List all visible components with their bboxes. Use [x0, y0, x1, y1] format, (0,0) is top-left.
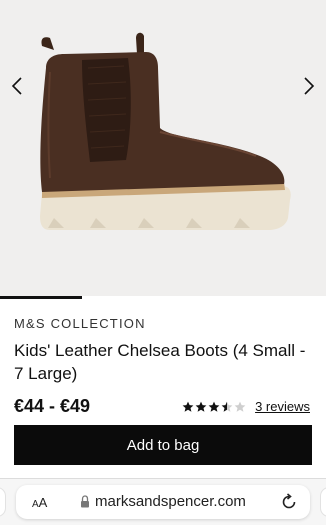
rating-stars [182, 401, 247, 413]
lock-icon [81, 495, 89, 508]
next-tab-edge[interactable] [320, 487, 326, 517]
text-size-button[interactable]: AA [32, 495, 47, 510]
product-brand: M&S COLLECTION [14, 316, 146, 331]
gallery-prev-button[interactable] [6, 72, 28, 100]
previous-tab-edge[interactable] [0, 487, 6, 517]
chevron-right-icon [304, 77, 315, 95]
star-icon [182, 401, 194, 412]
product-image [40, 32, 291, 230]
gallery-next-button[interactable] [298, 72, 320, 100]
star-icon [234, 401, 246, 412]
product-title: Kids' Leather Chelsea Boots (4 Small - 7… [14, 341, 306, 383]
star-icon [195, 401, 207, 412]
reload-icon[interactable] [280, 493, 298, 511]
browser-toolbar: AA marksandspencer.com [0, 478, 326, 525]
url-text: marksandspencer.com [95, 493, 246, 510]
reviews-link[interactable]: 3 reviews [255, 399, 310, 414]
add-to-bag-button[interactable]: Add to bag [14, 425, 312, 465]
chevron-left-icon [11, 77, 22, 95]
product-rating: 3 reviews [182, 399, 310, 414]
gallery-progress-indicator [0, 296, 82, 299]
star-icon [208, 401, 220, 412]
star-icon [221, 401, 233, 412]
product-price: €44 - €49 [14, 396, 91, 416]
address-bar[interactable]: AA marksandspencer.com [16, 485, 310, 519]
gallery-progress-track [0, 296, 326, 299]
product-image-gallery[interactable] [0, 0, 326, 296]
